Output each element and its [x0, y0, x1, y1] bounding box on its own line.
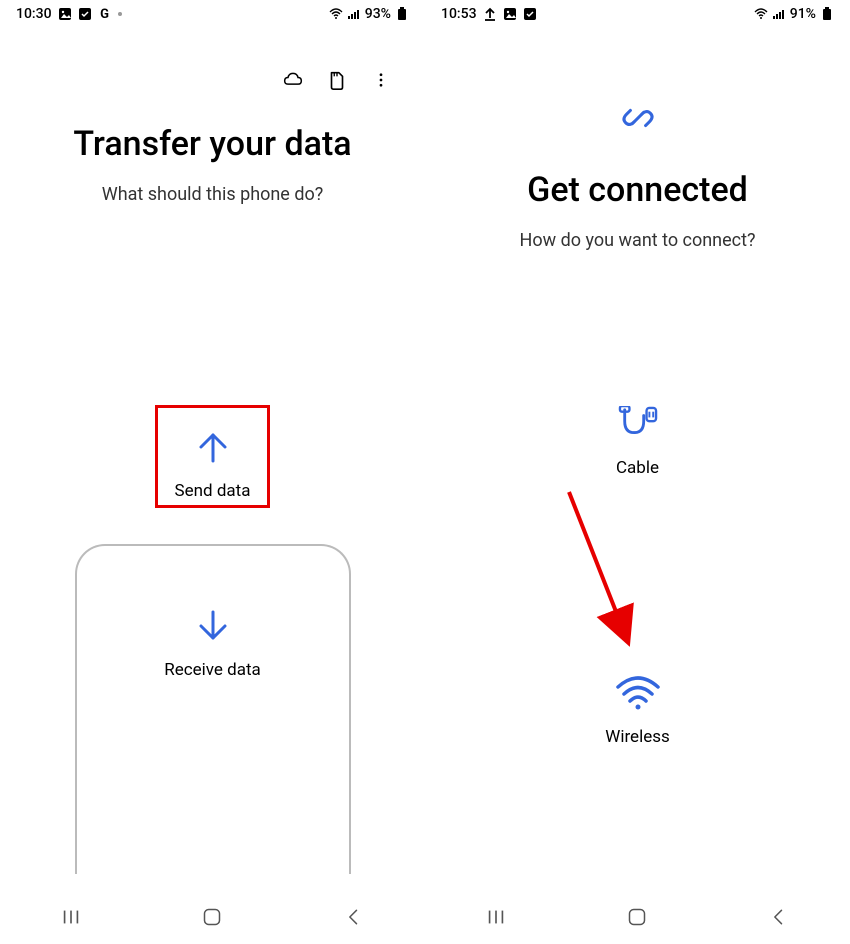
battery-icon	[395, 7, 409, 21]
cable-option[interactable]: Cable	[615, 406, 661, 478]
left-screen: 10:30 G 93%	[0, 0, 425, 944]
signal-icon	[772, 7, 786, 21]
link-icon	[618, 98, 658, 138]
status-time: 10:53	[441, 6, 477, 22]
page-subheading: How do you want to connect?	[519, 230, 755, 251]
receive-data-option[interactable]: Receive data	[75, 544, 351, 874]
battery-text: 93%	[365, 6, 391, 22]
content-left: Transfer your data What should this phon…	[0, 28, 425, 890]
image-icon	[58, 7, 72, 21]
wifi-icon	[329, 7, 343, 21]
status-left: 10:30 G	[16, 6, 122, 22]
dot-icon	[118, 12, 122, 16]
status-left: 10:53	[441, 6, 537, 22]
right-screen: 10:53 91%	[425, 0, 850, 944]
status-time: 10:30	[16, 6, 52, 22]
page-heading: Get connected	[527, 170, 748, 210]
battery-icon	[820, 7, 834, 21]
battery-text: 91%	[790, 6, 816, 22]
check-icon	[78, 7, 92, 21]
wireless-label: Wireless	[605, 727, 670, 747]
receive-label: Receive data	[164, 660, 261, 680]
image-icon	[503, 7, 517, 21]
back-button[interactable]	[329, 902, 379, 932]
status-bar: 10:53 91%	[425, 0, 850, 28]
status-right: 91%	[754, 6, 834, 22]
page-heading: Transfer your data	[73, 124, 351, 164]
home-button[interactable]	[612, 902, 662, 932]
signal-icon	[347, 7, 361, 21]
google-icon: G	[98, 7, 112, 21]
cable-icon	[615, 406, 661, 448]
arrow-up-icon	[193, 427, 233, 471]
send-label: Send data	[175, 481, 251, 501]
content-right: Get connected How do you want to connect…	[425, 28, 850, 890]
home-button[interactable]	[187, 902, 237, 932]
status-right: 93%	[329, 6, 409, 22]
wireless-option[interactable]: Wireless	[605, 673, 670, 747]
back-button[interactable]	[754, 902, 804, 932]
wifi-icon	[754, 7, 768, 21]
upload-icon	[483, 7, 497, 21]
page-subheading: What should this phone do?	[102, 184, 324, 205]
recents-button[interactable]	[471, 902, 521, 932]
cable-label: Cable	[616, 458, 659, 478]
send-data-option[interactable]: Send data	[155, 405, 270, 508]
more-icon[interactable]	[369, 68, 393, 92]
wifi-large-icon	[614, 673, 662, 717]
storage-icon[interactable]	[325, 68, 349, 92]
cloud-icon[interactable]	[281, 68, 305, 92]
nav-bar	[0, 890, 425, 944]
status-bar: 10:30 G 93%	[0, 0, 425, 28]
check-icon	[523, 7, 537, 21]
nav-bar	[425, 890, 850, 944]
recents-button[interactable]	[46, 902, 96, 932]
arrow-down-icon	[193, 606, 233, 650]
top-icons	[281, 68, 393, 92]
